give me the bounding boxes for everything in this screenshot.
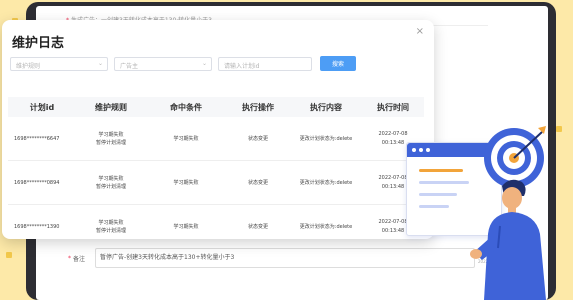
plan-id-input[interactable]: 请输入计划id — [218, 57, 312, 71]
condition-cell: 学习期失败 — [173, 179, 199, 186]
rule-line: 暂停计划清理 — [95, 227, 126, 234]
remark-label: 备注 — [73, 255, 86, 263]
table-row[interactable]: 1698********1390 学习期失败 暂停计划清理 学习期失败 状态变更… — [8, 205, 424, 239]
time-date: 2022-07-08 — [378, 130, 408, 137]
condition-cell: 学习期失败 — [173, 135, 199, 142]
rule-line: 暂停计划清理 — [95, 139, 126, 146]
rule-cell: 学习期失败 暂停计划清理 — [76, 175, 146, 191]
search-button[interactable]: 搜索 — [320, 56, 356, 71]
plan-id-cell: 1698********0894 — [14, 179, 60, 186]
card-line — [419, 169, 463, 172]
plan-id-cell: 1698********1390 — [14, 223, 60, 230]
rule-select[interactable]: 维护规则 ⌄ — [10, 57, 108, 71]
column-header: 执行操作 — [242, 102, 274, 112]
column-header: 执行内容 — [310, 102, 342, 112]
log-table: 计划id 维护规则 命中条件 执行操作 执行内容 执行时间 1698******… — [8, 97, 424, 239]
person-illustration — [470, 179, 546, 300]
rule-cell: 学习期失败 暂停计划清理 — [76, 219, 146, 235]
plan-id-placeholder: 请输入计划id — [224, 63, 260, 70]
required-mark: * — [68, 254, 71, 262]
rule-line: 学习期失败 — [98, 219, 124, 226]
modal-title: 维护日志 — [12, 36, 65, 51]
chevron-down-icon: ⌄ — [97, 60, 103, 67]
plan-id-cell: 1698********6647 — [14, 135, 60, 142]
table-header: 计划id 维护规则 命中条件 执行操作 执行内容 执行时间 — [8, 97, 424, 117]
card-dot — [419, 148, 423, 152]
card-dot — [412, 148, 416, 152]
close-icon[interactable]: × — [416, 26, 424, 37]
column-header: 计划id — [29, 102, 55, 112]
content-cell: 更改计划状态为:delete — [299, 223, 353, 230]
rule-select-placeholder: 维护规则 — [16, 63, 41, 70]
card-line — [419, 193, 457, 196]
action-cell: 状态变更 — [247, 179, 268, 186]
rule-line: 学习期失败 — [98, 131, 124, 138]
condition-cell: 学习期失败 — [173, 223, 199, 230]
column-header: 执行时间 — [377, 102, 409, 112]
column-header: 维护规则 — [95, 102, 127, 112]
advertiser-select[interactable]: 广告主 ⌄ — [114, 57, 212, 71]
background-dot — [6, 252, 12, 258]
advertiser-select-placeholder: 广告主 — [120, 63, 139, 70]
rule-cell: 学习期失败 暂停计划清理 — [76, 131, 146, 147]
chevron-down-icon: ⌄ — [201, 60, 207, 67]
table-row[interactable]: 1698********0894 学习期失败 暂停计划清理 学习期失败 状态变更… — [8, 161, 424, 205]
background-dot — [556, 126, 562, 132]
maintenance-log-modal: 维护日志 × 维护规则 ⌄ 广告主 ⌄ 请输入计划id 搜索 计划id 维护规则… — [2, 20, 434, 239]
content-cell: 更改计划状态为:delete — [299, 179, 353, 186]
card-line — [419, 181, 469, 184]
remark-row: * 备注 暂停广告-创建3天转化成本高于130+转化量小于3 — [68, 248, 476, 268]
action-cell: 状态变更 — [247, 135, 268, 142]
action-cell: 状态变更 — [247, 223, 268, 230]
table-row[interactable]: 1698********6647 学习期失败 暂停计划清理 学习期失败 状态变更… — [8, 117, 424, 161]
rule-line: 暂停计划清理 — [95, 183, 126, 190]
card-line — [419, 205, 449, 208]
rule-line: 学习期失败 — [98, 175, 124, 182]
content-cell: 更改计划状态为:delete — [299, 135, 353, 142]
card-dot — [426, 148, 430, 152]
remark-input[interactable]: 暂停广告-创建3天转化成本高于130+转化量小于3 — [95, 248, 476, 268]
column-header: 命中条件 — [170, 102, 202, 112]
